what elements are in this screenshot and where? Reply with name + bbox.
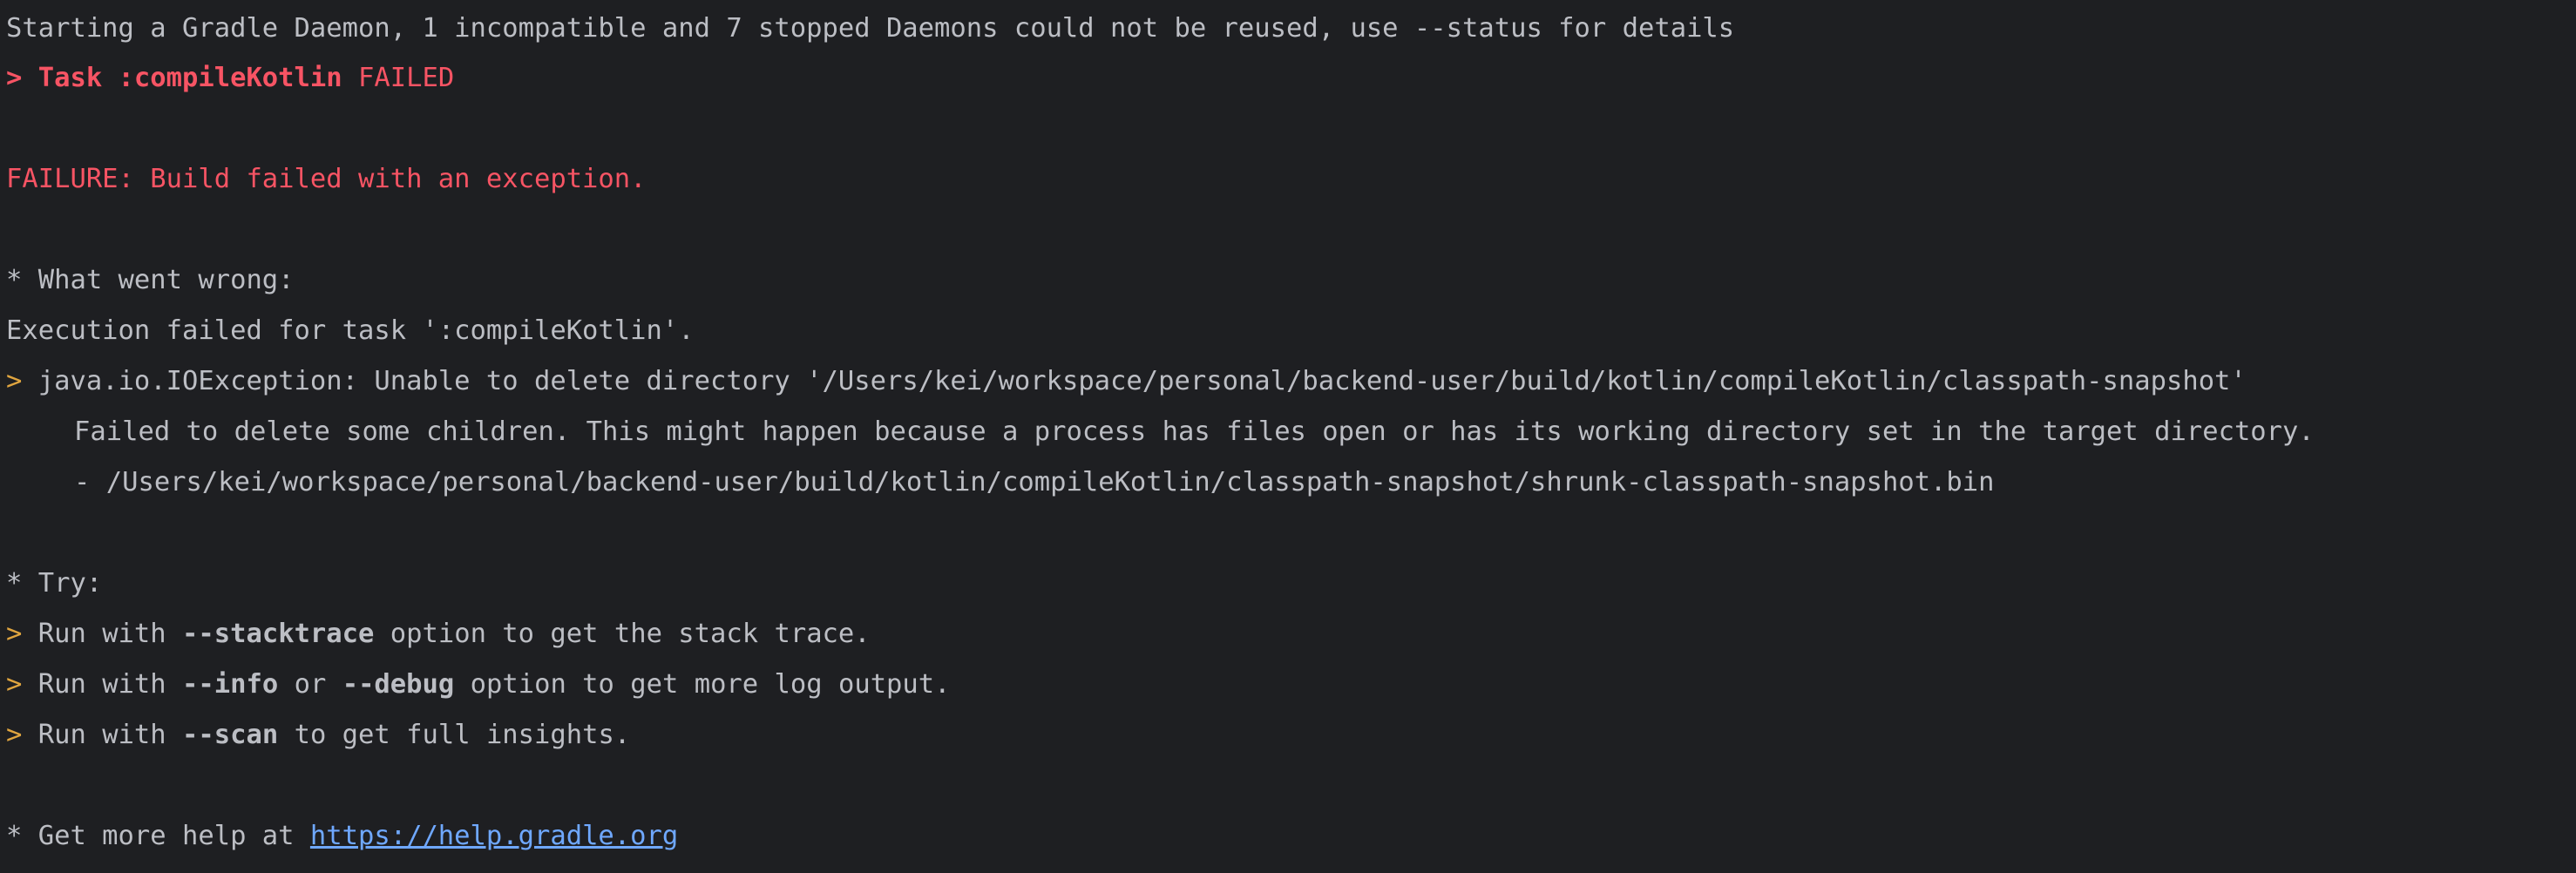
help-line: * Get more help at https://help.gradle.o…	[6, 812, 678, 861]
try-info-line: > Run with --info or --debug option to g…	[6, 660, 951, 709]
exception-line: > java.io.IOException: Unable to delete …	[6, 357, 2247, 406]
try-info-run: Run with	[37, 669, 166, 700]
build-output-console: Starting a Gradle Daemon, 1 incompatible…	[0, 0, 2576, 873]
execution-failed-text: Execution failed for task ':compileKotli…	[6, 315, 695, 346]
locked-file-line: - /Users/kei/workspace/personal/backend-…	[74, 458, 1995, 507]
try-stacktrace-rest: option to get the stack trace.	[390, 619, 871, 649]
try-heading: * Try:	[6, 559, 102, 608]
try-heading-text: * Try:	[6, 568, 103, 599]
help-prefix: * Get more help at	[6, 821, 295, 851]
daemon-message: Starting a Gradle Daemon, 1 incompatible…	[6, 4, 1734, 53]
try-scan-line: > Run with --scan to get full insights.	[6, 711, 630, 760]
locked-file-path: - /Users/kei/workspace/personal/backend-…	[74, 467, 1995, 497]
exception-marker: >	[6, 366, 23, 396]
try-info-rest: option to get more log output.	[470, 669, 951, 700]
execution-failed-line: Execution failed for task ':compileKotli…	[6, 307, 695, 355]
task-line: > Task :compileKotlin FAILED	[6, 54, 454, 103]
try-stacktrace-line: > Run with --stacktrace option to get th…	[6, 610, 871, 659]
try-stacktrace-run: Run with	[37, 619, 166, 649]
exception-text: java.io.IOException: Unable to delete di…	[37, 366, 2247, 396]
try-scan-rest: to get full insights.	[294, 720, 631, 750]
what-went-wrong-text: * What went wrong:	[6, 265, 295, 295]
exception-detail-line: Failed to delete some children. This mig…	[74, 408, 2315, 457]
try-scan-marker: >	[6, 720, 23, 750]
stacktrace-flag: --stacktrace	[182, 619, 375, 649]
exception-detail-text: Failed to delete some children. This mig…	[74, 416, 2315, 447]
gradle-help-link[interactable]: https://help.gradle.org	[310, 821, 678, 851]
task-status: FAILED	[358, 63, 455, 93]
daemon-message-text: Starting a Gradle Daemon, 1 incompatible…	[6, 13, 1735, 44]
try-info-or: or	[294, 669, 327, 700]
what-went-wrong-heading: * What went wrong:	[6, 256, 295, 305]
try-info-marker: >	[6, 669, 23, 700]
debug-flag: --debug	[342, 669, 455, 700]
failure-text: FAILURE: Build failed with an exception.	[6, 164, 647, 194]
scan-flag: --scan	[182, 720, 279, 750]
task-name: > Task :compileKotlin	[6, 63, 342, 93]
info-flag: --info	[182, 669, 279, 700]
try-scan-run: Run with	[37, 720, 166, 750]
failure-message: FAILURE: Build failed with an exception.	[6, 155, 647, 204]
try-stacktrace-marker: >	[6, 619, 23, 649]
